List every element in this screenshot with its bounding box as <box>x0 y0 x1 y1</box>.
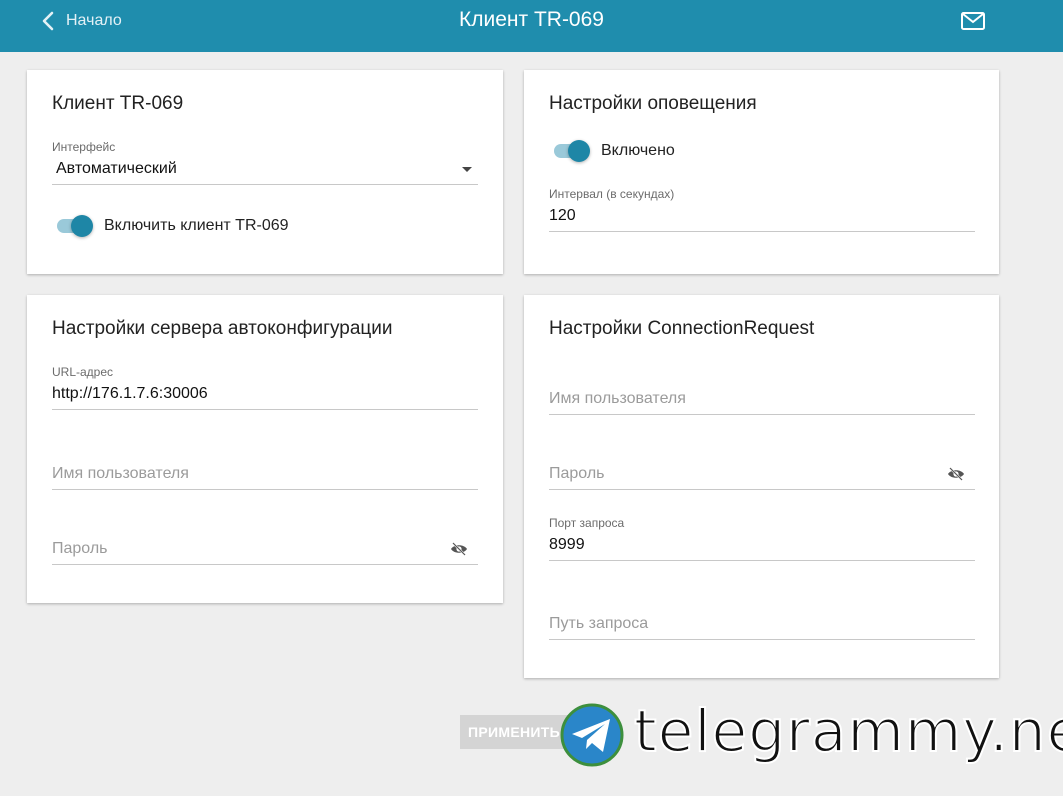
watermark-text: telegrammy.net <box>633 696 1063 766</box>
apply-button[interactable]: ПРИМЕНИТЬ <box>460 715 568 749</box>
port-field[interactable]: Порт запроса 8999 <box>549 516 975 561</box>
enable-client-label: Включить клиент TR-069 <box>104 217 289 234</box>
card-title: Клиент TR-069 <box>52 93 184 114</box>
telegram-logo-icon <box>560 703 624 767</box>
cr-username-placeholder: Имя пользователя <box>549 386 975 415</box>
dropdown-arrow-icon <box>462 167 472 172</box>
enable-client-toggle[interactable] <box>55 214 93 238</box>
cr-password-field[interactable]: Пароль <box>549 461 975 490</box>
interval-label: Интервал (в секундах) <box>549 187 675 201</box>
top-bar: Начало Клиент TR-069 <box>0 0 1063 52</box>
mail-icon[interactable] <box>960 11 986 31</box>
interval-field[interactable]: Интервал (в секундах) 120 <box>549 187 975 232</box>
card-notification-settings: Настройки оповещения Включено Интервал (… <box>524 70 999 274</box>
notify-enabled-label: Включено <box>601 142 675 159</box>
cr-username-field[interactable]: Имя пользователя <box>549 386 975 415</box>
notify-enabled-toggle[interactable] <box>552 139 590 163</box>
interval-value: 120 <box>549 203 975 232</box>
interface-value-box: Автоматический <box>52 156 478 185</box>
card-connection-request: Настройки ConnectionRequest Имя пользова… <box>524 295 999 678</box>
port-label: Порт запроса <box>549 516 625 530</box>
path-field[interactable]: Путь запроса <box>549 611 975 640</box>
card-acs-settings: Настройки сервера автоконфигурации URL-а… <box>27 295 503 603</box>
path-placeholder: Путь запроса <box>549 611 975 640</box>
page-title: Клиент TR-069 <box>459 8 604 31</box>
interface-select[interactable]: Интерфейс Автоматический <box>52 140 478 185</box>
cr-password-placeholder: Пароль <box>549 465 605 482</box>
acs-username-placeholder: Имя пользователя <box>52 461 478 490</box>
eye-off-icon[interactable] <box>450 542 468 556</box>
url-field[interactable]: URL-адрес http://176.1.7.6:30006 <box>52 365 478 410</box>
interface-value: Автоматический <box>56 160 177 177</box>
card-title: Настройки сервера автоконфигурации <box>52 318 393 339</box>
card-tr069-client: Клиент TR-069 Интерфейс Автоматический В… <box>27 70 503 274</box>
acs-password-placeholder: Пароль <box>52 540 108 557</box>
toggle-knob <box>71 215 93 237</box>
cr-password-box: Пароль <box>549 461 975 490</box>
toggle-knob <box>568 140 590 162</box>
url-value: http://176.1.7.6:30006 <box>52 381 478 410</box>
acs-password-box: Пароль <box>52 536 478 565</box>
acs-username-field[interactable]: Имя пользователя <box>52 461 478 490</box>
acs-password-field[interactable]: Пароль <box>52 536 478 565</box>
interface-label: Интерфейс <box>52 140 116 154</box>
eye-off-icon[interactable] <box>947 467 965 481</box>
url-label: URL-адрес <box>52 365 114 379</box>
port-value: 8999 <box>549 532 975 561</box>
card-title: Настройки ConnectionRequest <box>549 318 815 339</box>
card-title: Настройки оповещения <box>549 93 757 114</box>
